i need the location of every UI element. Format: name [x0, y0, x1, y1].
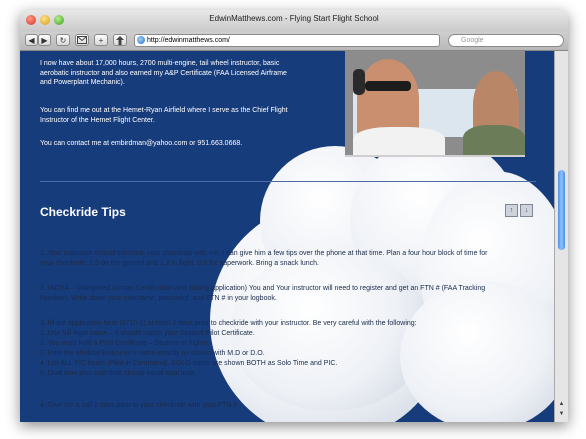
- address-text: http://edwinmatthews.com/: [147, 37, 230, 44]
- text-line: and Powerplant Mechanic).: [40, 79, 125, 86]
- section-divider: [40, 181, 536, 182]
- student-shirt: [463, 125, 525, 155]
- search-placeholder: Google: [461, 37, 484, 44]
- text-line: I now have about 17,000 hours, 2700 mult…: [40, 60, 280, 67]
- instructor-shirt: [353, 127, 445, 155]
- tip-1: 1. Your instructor should schedule your …: [40, 249, 540, 269]
- intro-paragraph-experience: I now have about 17,000 hours, 2700 mult…: [40, 59, 287, 88]
- reload-button[interactable]: ↻: [56, 34, 70, 46]
- forward-button[interactable]: ▶: [38, 34, 51, 46]
- text-line: 1. Your instructor should schedule your …: [40, 250, 488, 257]
- arrow-up-icon: [116, 36, 124, 45]
- globe-icon: [137, 36, 145, 44]
- text-line: 3. Print the Medical Examiner's name exa…: [40, 350, 265, 357]
- scroll-up-link[interactable]: ↑: [505, 204, 518, 217]
- text-line: 2. IACRA – (Integrated Airman Certificat…: [40, 285, 486, 292]
- text-line: 2. You must hold a Pilot Certificate – S…: [40, 340, 210, 347]
- browser-window: EdwinMatthews.com - Flying Start Flight …: [20, 10, 568, 422]
- web-page: I now have about 17,000 hours, 2700 mult…: [20, 51, 554, 422]
- headset-icon: [353, 69, 365, 95]
- intro-paragraph-contact: You can contact me at embirdman@yahoo.co…: [40, 140, 243, 147]
- scrollbar-thumb[interactable]: [558, 170, 565, 250]
- scroll-up-arrow-icon[interactable]: ▲: [557, 400, 566, 409]
- envelope-icon: [77, 36, 87, 44]
- tip-3: 3. fill out application form (8710-1) at…: [40, 319, 540, 379]
- sunglasses-icon: [365, 81, 411, 91]
- browser-toolbar: ◀ ▶ ↻ + http://edwinmatthews.com/ Google: [20, 32, 568, 51]
- scroll-down-link[interactable]: ↓: [520, 204, 533, 217]
- tip-4: 4. Give me a call 2 days prior to your c…: [40, 402, 240, 409]
- vertical-scrollbar[interactable]: ▲ ▼: [554, 51, 568, 422]
- scroll-down-arrow-icon[interactable]: ▼: [557, 410, 566, 419]
- snapback-button[interactable]: [75, 34, 89, 46]
- text-line: Number). Write down your username, passw…: [40, 295, 277, 302]
- intro-paragraph-location: You can find me out at the Hemet-Ryan Ai…: [40, 106, 288, 125]
- text-line: aerobatic instructor and also earned my …: [40, 69, 287, 77]
- text-line: 3. fill out application form (8710-1) at…: [40, 320, 417, 327]
- text-line: your checkride. 2.0 on the ground and 1.…: [40, 260, 319, 267]
- add-bookmark-button[interactable]: +: [94, 34, 108, 46]
- search-field[interactable]: Google: [448, 34, 564, 47]
- window-title: EdwinMatthews.com - Flying Start Flight …: [209, 14, 379, 23]
- back-button[interactable]: ◀: [25, 34, 38, 46]
- cockpit-photo: [345, 51, 525, 157]
- text-line: 4. List ALL PIC hours (Pilot in Command)…: [40, 360, 338, 367]
- downloads-button[interactable]: [113, 34, 127, 46]
- section-title: Checkride Tips: [40, 205, 126, 219]
- title-bar: EdwinMatthews.com - Flying Start Flight …: [20, 10, 568, 32]
- text-line: Instructor of the Hemet Flight Center.: [40, 116, 155, 124]
- tip-2: 2. IACRA – (Integrated Airman Certificat…: [40, 284, 540, 304]
- address-bar[interactable]: http://edwinmatthews.com/: [134, 34, 440, 47]
- text-line: 1. Use full legal name – it should match…: [40, 330, 255, 337]
- text-line: 5. Dual time plus solo time should equal…: [40, 370, 197, 377]
- text-line: You can find me out at the Hemet-Ryan Ai…: [40, 107, 288, 114]
